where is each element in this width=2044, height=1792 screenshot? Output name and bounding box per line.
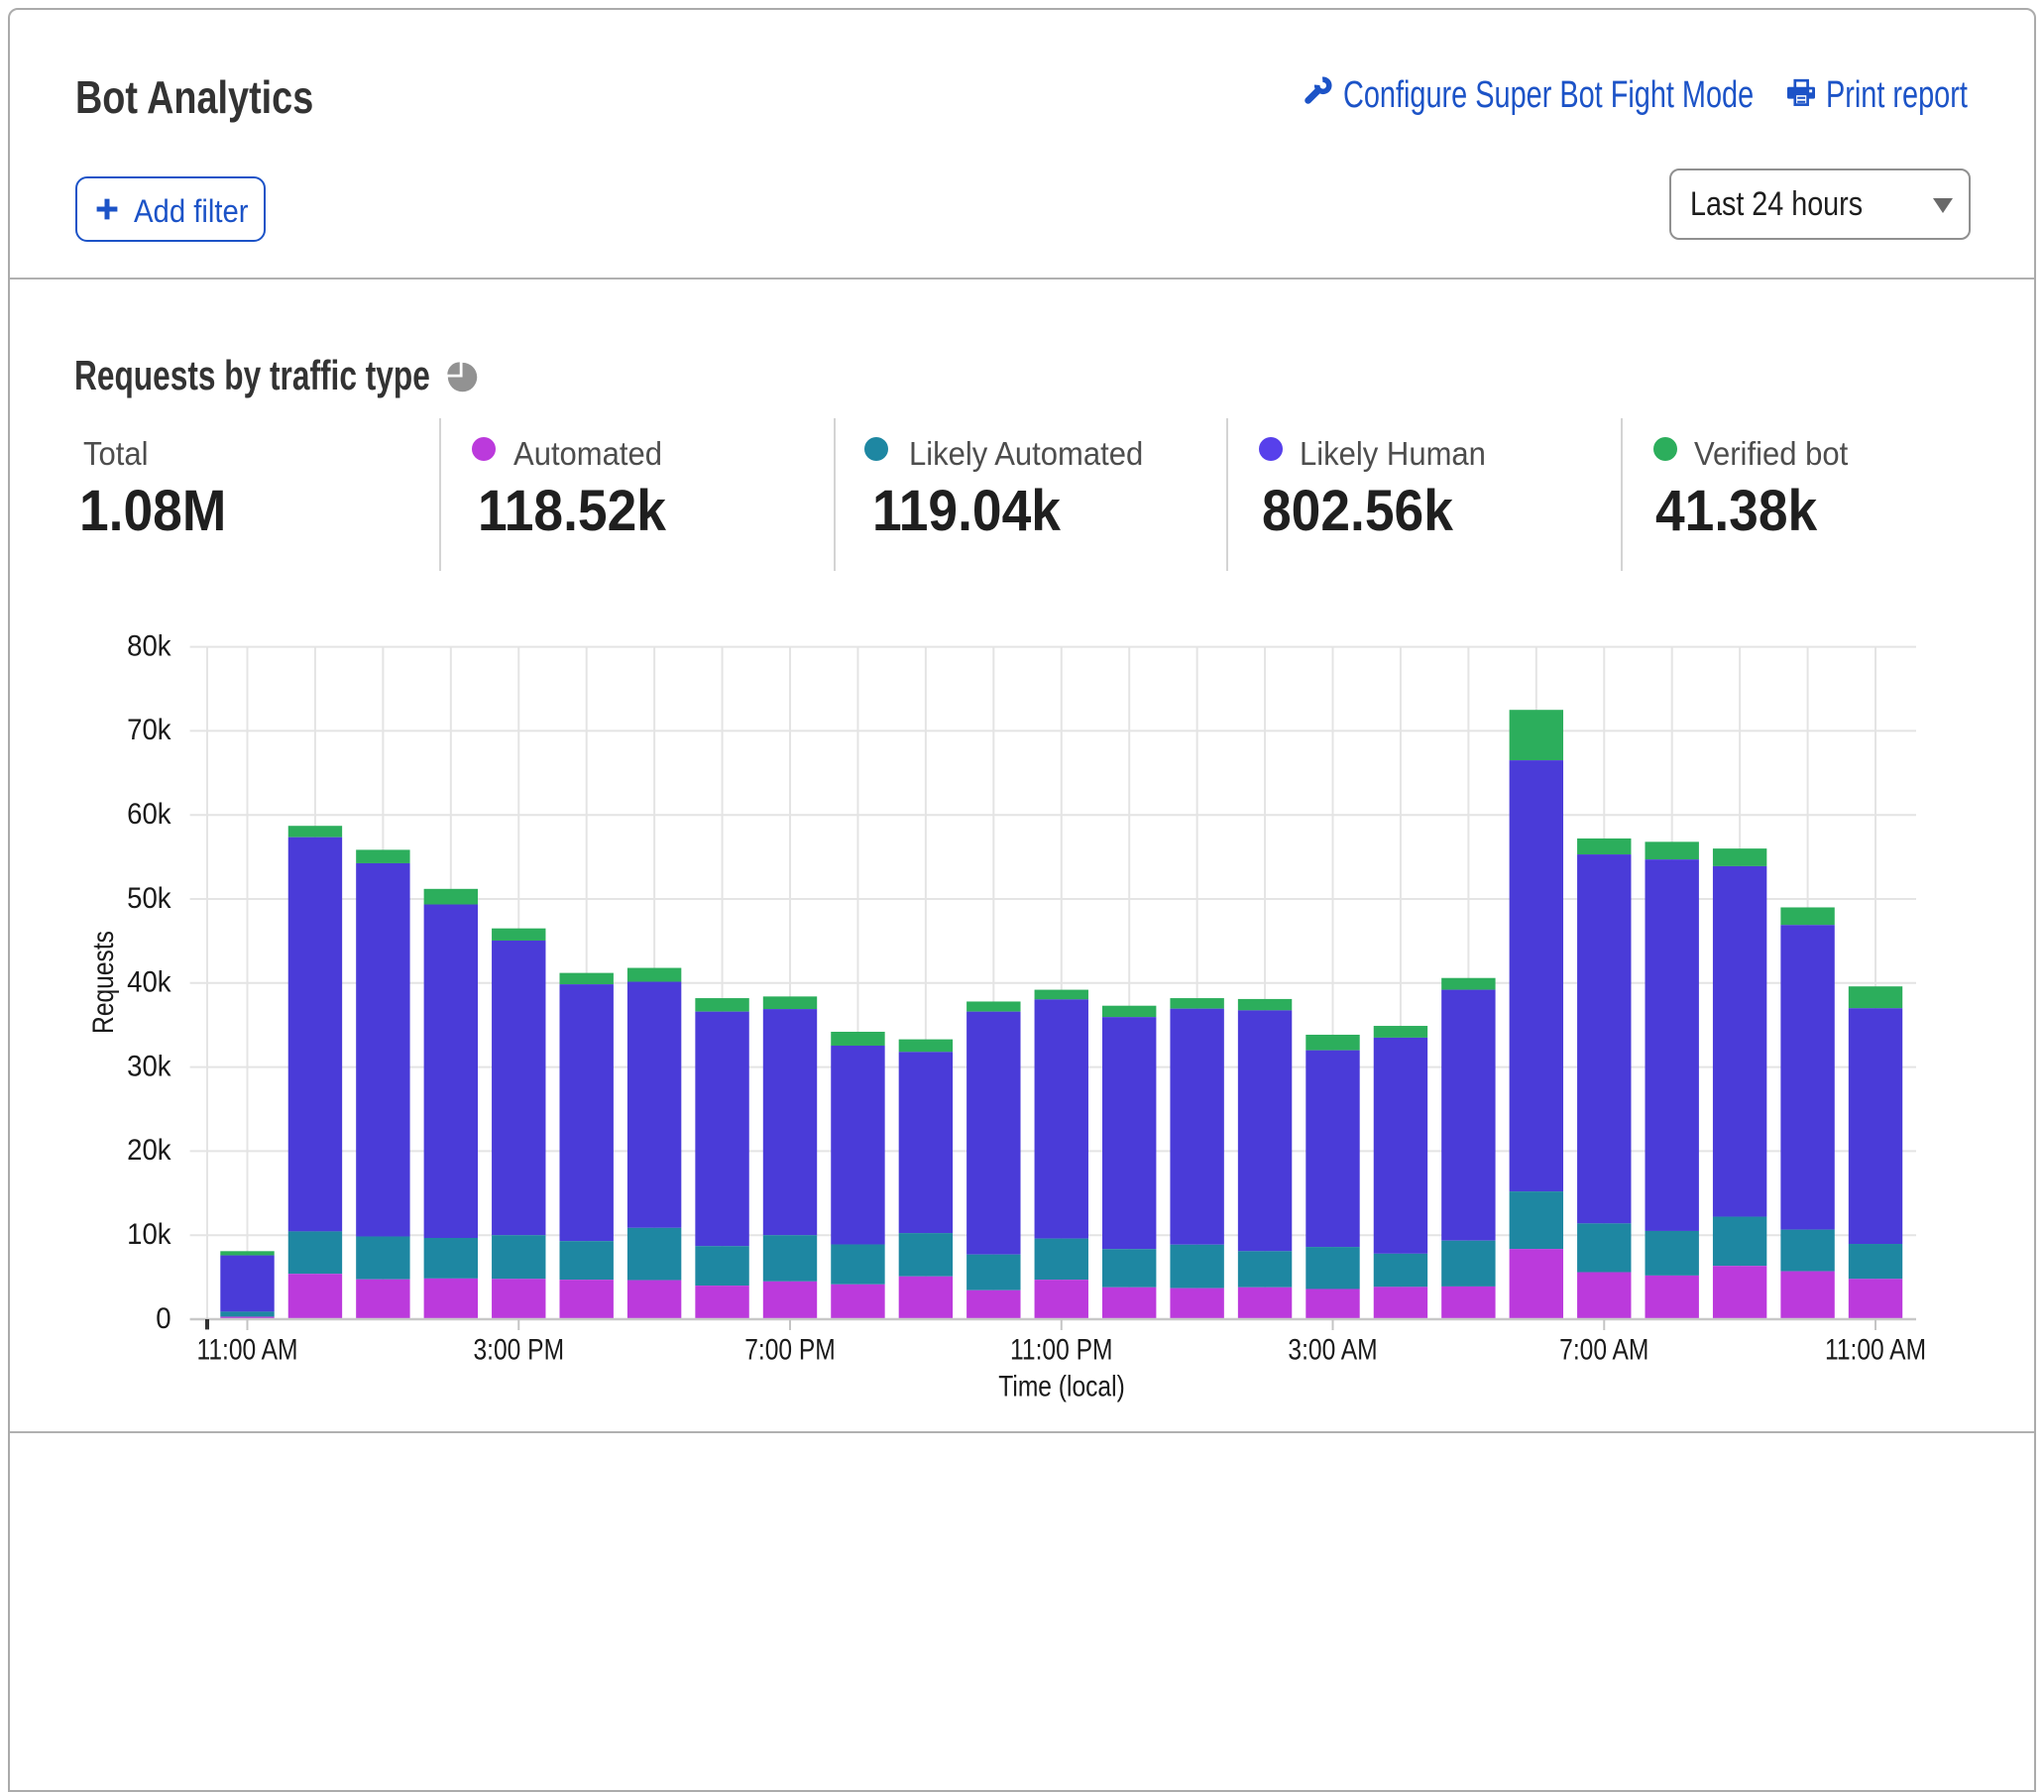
svg-text:3:00 PM: 3:00 PM	[473, 1332, 564, 1366]
svg-text:70k: 70k	[127, 714, 171, 746]
svg-text:60k: 60k	[127, 798, 171, 831]
svg-text:3:00 AM: 3:00 AM	[1288, 1332, 1377, 1366]
svg-text:Time (local): Time (local)	[998, 1369, 1125, 1402]
svg-text:50k: 50k	[127, 882, 171, 915]
svg-text:7:00 AM: 7:00 AM	[1559, 1332, 1648, 1366]
svg-text:80k: 80k	[127, 629, 171, 662]
svg-text:Requests: Requests	[86, 931, 120, 1034]
svg-text:30k: 30k	[127, 1050, 171, 1082]
svg-text:11:00 AM: 11:00 AM	[196, 1332, 297, 1366]
svg-text:20k: 20k	[127, 1134, 171, 1167]
svg-text:7:00 PM: 7:00 PM	[744, 1332, 836, 1366]
svg-text:10k: 10k	[127, 1218, 171, 1251]
svg-text:11:00 AM: 11:00 AM	[1825, 1332, 1926, 1366]
svg-text:40k: 40k	[127, 966, 171, 999]
svg-text:0: 0	[156, 1302, 170, 1335]
svg-text:11:00 PM: 11:00 PM	[1010, 1332, 1112, 1366]
